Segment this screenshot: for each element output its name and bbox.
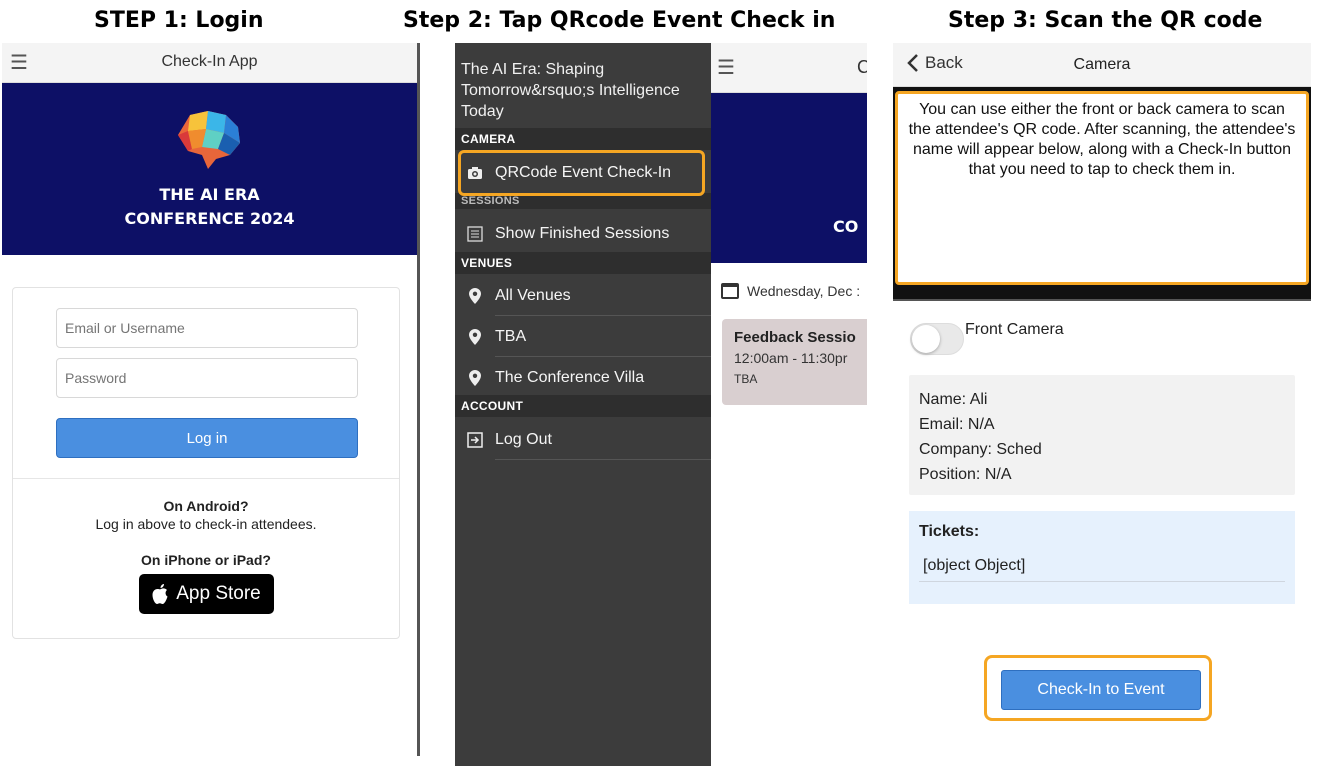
- camera-screen: Back Camera You can use either the front…: [893, 43, 1311, 766]
- background-top-bar: ☰ C: [707, 43, 867, 93]
- attendee-company: Company: Sched: [919, 441, 1042, 458]
- login-card: Log in On Android? Log in above to check…: [12, 287, 400, 639]
- instruction-callout: You can use either the front or back cam…: [895, 91, 1309, 285]
- camera-top-bar: Back Camera: [893, 43, 1311, 87]
- menu-item-label: TBA: [495, 317, 711, 357]
- tickets-value: [object Object]: [919, 557, 1285, 582]
- attendee-position: Position: N/A: [919, 466, 1012, 483]
- app-store-button[interactable]: App Store: [139, 574, 274, 614]
- attendee-email: Email: N/A: [919, 416, 995, 433]
- front-camera-toggle[interactable]: [910, 323, 964, 355]
- calendar-icon: [721, 283, 739, 299]
- login-top-bar: ☰ Check-In App: [2, 43, 417, 83]
- menu-item-label: Show Finished Sessions: [495, 214, 711, 254]
- toggle-knob: [912, 325, 940, 353]
- tickets-heading: Tickets:: [919, 523, 980, 540]
- background-date-row: Wednesday, Dec :: [721, 283, 860, 299]
- menu-item-label: All Venues: [495, 276, 711, 316]
- section-venues: VENUES: [455, 252, 711, 274]
- email-field[interactable]: [56, 308, 358, 348]
- list-icon: [455, 226, 495, 242]
- highlight-qrcode-item: [458, 150, 705, 196]
- menu-item-all-venues[interactable]: All Venues: [455, 276, 711, 316]
- attendee-info: Name: Ali Email: N/A Company: Sched Posi…: [909, 375, 1295, 495]
- tickets-box: Tickets: [object Object]: [909, 511, 1295, 604]
- background-date: Wednesday, Dec :: [747, 283, 861, 299]
- event-title: The AI Era: Shaping Tomorrow&rsquo;s Int…: [461, 61, 680, 120]
- session-title: Feedback Sessio: [734, 329, 856, 346]
- android-heading: On Android?: [163, 498, 249, 514]
- menu-screen: ☰ C CO Wednesday, Dec : Feedback Sessio …: [455, 43, 867, 766]
- log-out-icon: [455, 432, 495, 448]
- map-pin-icon: [455, 329, 495, 345]
- session-location: TBA: [734, 372, 758, 386]
- divider: [13, 478, 399, 479]
- conference-line-2: CONFERENCE 2024: [124, 209, 295, 228]
- background-session-card[interactable]: Feedback Sessio 12:00am - 11:30pr TBA: [722, 319, 867, 405]
- menu-item-label: The Conference Villa: [495, 358, 711, 398]
- front-camera-label: Front Camera: [965, 321, 1064, 338]
- password-field[interactable]: [56, 358, 358, 398]
- conference-banner: THE AI ERA CONFERENCE 2024: [2, 83, 417, 255]
- camera-title: Camera: [1073, 56, 1131, 73]
- app-store-label: App Store: [176, 583, 261, 604]
- android-text: Log in above to check-in attendees.: [95, 516, 317, 532]
- ai-brain-logo: [178, 111, 240, 169]
- login-button[interactable]: Log in: [56, 418, 358, 458]
- conference-name: THE AI ERA CONFERENCE 2024: [2, 183, 417, 231]
- map-pin-icon: [455, 370, 495, 386]
- section-account: ACCOUNT: [455, 395, 711, 417]
- background-banner: CO: [707, 93, 867, 263]
- map-pin-icon: [455, 288, 495, 304]
- menu-item-conference-villa[interactable]: The Conference Villa: [455, 358, 711, 398]
- menu-item-finished-sessions[interactable]: Show Finished Sessions: [455, 214, 711, 254]
- background-title-fragment: C: [857, 57, 867, 77]
- step3-title: Step 3: Scan the QR code: [948, 8, 1263, 33]
- section-camera: CAMERA: [455, 128, 711, 150]
- apple-icon: [152, 584, 168, 604]
- background-conference-fragment: CO: [833, 217, 859, 236]
- hamburger-menu-icon[interactable]: ☰: [717, 58, 735, 78]
- menu-item-label: Log Out: [495, 420, 711, 460]
- step1-title: STEP 1: Login: [94, 8, 264, 33]
- step2-title: Step 2: Tap QRcode Event Check in: [403, 8, 836, 33]
- login-screen: ☰ Check-In App THE AI ERA CONFERENCE 202…: [2, 43, 420, 756]
- check-in-button[interactable]: Check-In to Event: [1001, 670, 1201, 710]
- menu-item-log-out[interactable]: Log Out: [455, 420, 711, 460]
- side-menu: The AI Era: Shaping Tomorrow&rsquo;s Int…: [455, 43, 711, 766]
- menu-item-tba[interactable]: TBA: [455, 317, 711, 357]
- attendee-panel: Front Camera Name: Ali Email: N/A Compan…: [893, 301, 1311, 766]
- app-title: Check-In App: [161, 53, 258, 70]
- ios-heading: On iPhone or iPad?: [141, 552, 271, 568]
- session-time: 12:00am - 11:30pr: [734, 350, 848, 366]
- conference-line-1: THE AI ERA: [159, 185, 260, 204]
- attendee-name: Name: Ali: [919, 391, 988, 408]
